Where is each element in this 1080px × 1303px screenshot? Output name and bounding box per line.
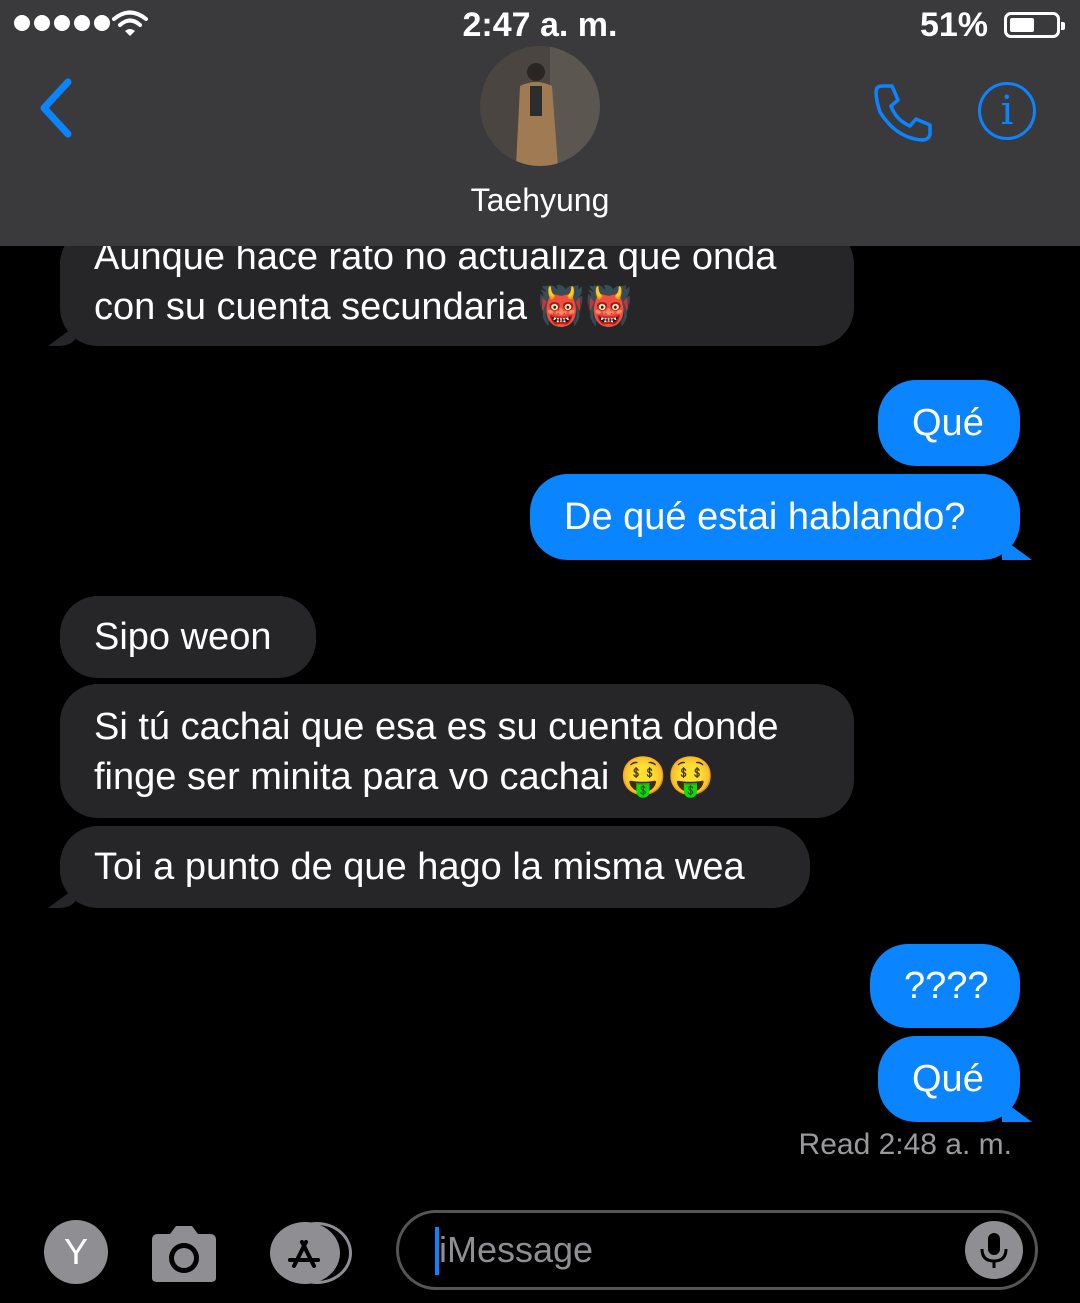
status-time: 2:47 a. m. [462,6,618,44]
message-outgoing[interactable]: ???? [870,944,1020,1028]
message-outgoing[interactable]: Qué [878,1036,1020,1122]
message-outgoing[interactable]: Qué [878,380,1020,466]
conversation-header: 2:47 a. m. 51% Taehyung i [0,0,1080,246]
profile-avatar-button[interactable]: Y [44,1220,108,1284]
message-line: con su cuenta secundaria 👹👹 [94,286,633,328]
app-store-glyph [288,1240,320,1268]
contact-avatar[interactable] [480,46,600,166]
camera-icon[interactable] [148,1224,220,1284]
info-icon[interactable]: i [978,82,1036,140]
message-incoming[interactable]: Toi a punto de que hago la misma wea [60,826,810,908]
status-bar: 2:47 a. m. 51% [0,0,1080,52]
contact-name[interactable]: Taehyung [0,182,1080,219]
message-input-placeholder: iMessage [439,1229,594,1270]
message-input[interactable]: iMessage [396,1210,1038,1290]
phone-icon[interactable] [872,82,936,144]
back-chevron-icon[interactable] [36,78,76,138]
message-line: finge ser minita para vo cachai 🤑🤑 [94,756,715,798]
microphone-icon[interactable] [965,1221,1023,1279]
message-outgoing[interactable]: De qué estai hablando? [530,474,1020,560]
avatar-photo [480,46,600,166]
read-receipt: Read 2:48 a. m. [798,1128,1012,1161]
message-incoming[interactable]: Si tú cachai que esa es su cuenta donde … [60,684,854,818]
battery-percent: 51% [919,6,988,44]
message-line: Si tú cachai que esa es su cuenta donde [94,706,779,748]
battery-icon [1004,12,1065,38]
app-store-icon[interactable] [270,1222,352,1284]
message-incoming[interactable]: Sipo weon [60,596,316,678]
microphone-glyph [980,1233,1008,1268]
